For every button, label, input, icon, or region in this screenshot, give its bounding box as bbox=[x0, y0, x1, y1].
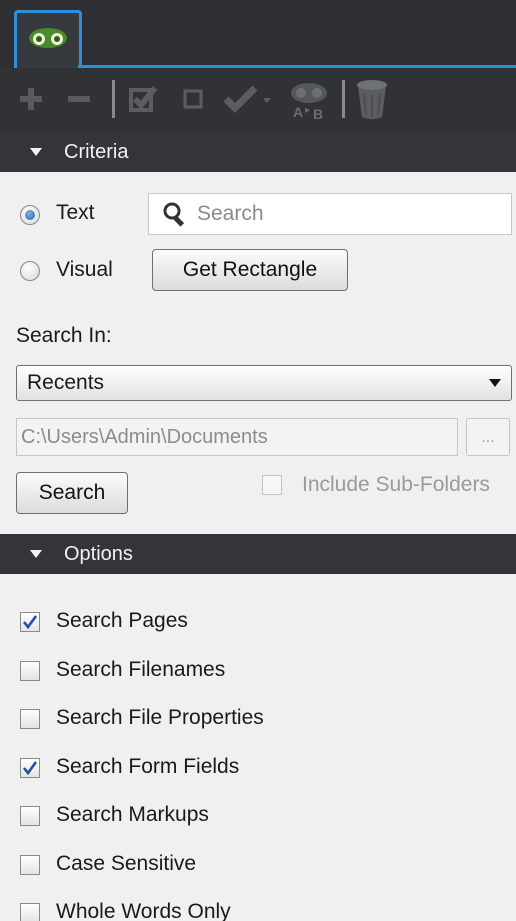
text-radio-label: Text bbox=[56, 201, 95, 224]
option-checkbox[interactable] bbox=[20, 854, 40, 875]
criteria-section-header[interactable]: Criteria bbox=[0, 132, 516, 172]
option-checkbox[interactable] bbox=[20, 709, 40, 729]
checkmark-icon bbox=[22, 615, 38, 630]
toolbar: A ▸ B bbox=[0, 68, 516, 132]
trash-icon[interactable] bbox=[352, 76, 392, 122]
toolbar-separator bbox=[342, 80, 345, 118]
option-label: Search Filenames bbox=[56, 657, 226, 681]
svg-text:A: A bbox=[293, 104, 303, 120]
option-checkbox[interactable] bbox=[20, 612, 40, 632]
binoculars-icon bbox=[29, 28, 67, 48]
text-radio[interactable] bbox=[20, 205, 40, 225]
option-label: Search Form Fields bbox=[56, 754, 240, 778]
visual-radio-label: Visual bbox=[56, 258, 113, 281]
tab-search[interactable] bbox=[14, 10, 82, 68]
tab-bar bbox=[0, 0, 516, 68]
collapse-triangle-icon bbox=[30, 550, 42, 558]
visual-radio[interactable] bbox=[20, 261, 40, 281]
option-checkbox[interactable] bbox=[20, 903, 40, 921]
search-icon bbox=[163, 202, 185, 227]
browse-button[interactable]: ... bbox=[466, 418, 510, 456]
check-all-icon[interactable] bbox=[124, 80, 162, 118]
option-checkbox[interactable] bbox=[20, 660, 40, 681]
compare-ab-icon[interactable]: A ▸ B bbox=[286, 78, 332, 122]
option-label: Search File Properties bbox=[56, 706, 264, 729]
option-checkbox[interactable] bbox=[20, 806, 40, 826]
option-label: Search Pages bbox=[56, 609, 188, 632]
svg-text:▸: ▸ bbox=[305, 105, 310, 116]
checkmark-icon bbox=[22, 760, 38, 775]
options-section-header[interactable]: Options bbox=[0, 534, 516, 574]
option-label: Search Markups bbox=[56, 803, 209, 826]
option-label: Whole Words Only bbox=[56, 900, 231, 921]
include-subfolders-checkbox[interactable] bbox=[262, 475, 282, 495]
folder-path-value: C:\Users\Admin\Documents bbox=[21, 425, 268, 448]
option-checkbox[interactable] bbox=[20, 757, 40, 778]
search-input[interactable] bbox=[197, 202, 497, 226]
criteria-header-label: Criteria bbox=[64, 140, 129, 163]
checkmark-dropdown-icon[interactable] bbox=[222, 80, 276, 118]
option-label: Case Sensitive bbox=[56, 851, 197, 875]
search-in-label: Search In: bbox=[16, 324, 112, 347]
search-in-value: Recents bbox=[27, 371, 105, 394]
options-header-label: Options bbox=[64, 542, 133, 565]
toolbar-separator bbox=[112, 80, 115, 118]
add-icon[interactable] bbox=[14, 80, 48, 118]
folder-path-field[interactable]: C:\Users\Admin\Documents bbox=[16, 418, 458, 456]
options-panel: Search Pages Search Filenames Search File … bbox=[0, 574, 516, 921]
remove-icon[interactable] bbox=[62, 80, 96, 118]
svg-text:B: B bbox=[313, 106, 323, 121]
get-rectangle-button[interactable]: Get Rectangle bbox=[152, 249, 348, 291]
uncheck-icon[interactable] bbox=[176, 80, 210, 118]
dropdown-arrow-icon bbox=[489, 379, 501, 387]
search-in-dropdown[interactable]: Recents bbox=[16, 365, 512, 401]
collapse-triangle-icon bbox=[30, 148, 42, 156]
search-button[interactable]: Search bbox=[16, 472, 128, 514]
include-subfolders-label: Include Sub-Folders bbox=[302, 473, 490, 496]
search-box[interactable] bbox=[148, 193, 512, 235]
